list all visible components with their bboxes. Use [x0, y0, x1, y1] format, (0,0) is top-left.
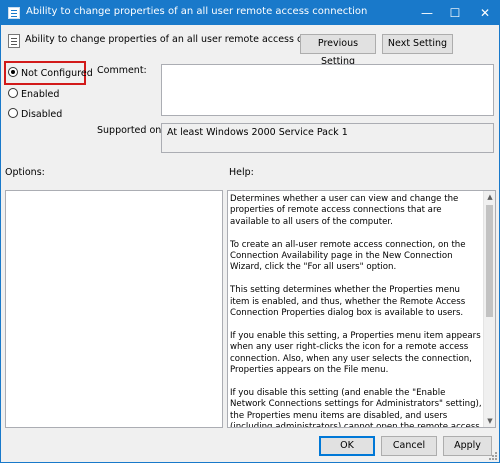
- comment-field[interactable]: [161, 64, 494, 116]
- cancel-button[interactable]: Cancel: [381, 436, 437, 456]
- scroll-thumb[interactable]: [486, 205, 493, 317]
- minimize-button[interactable]: —: [413, 1, 441, 25]
- help-label: Help:: [229, 167, 254, 178]
- policy-setting-icon: [8, 7, 20, 19]
- help-scrollbar[interactable]: ▲ ▼: [483, 191, 495, 427]
- previous-setting-button[interactable]: Previous Setting: [300, 34, 376, 67]
- options-panel: [5, 190, 223, 428]
- radio-enabled-label: Enabled: [21, 89, 60, 100]
- help-text: Determines whether a user can view and c…: [230, 194, 482, 428]
- help-panel: Determines whether a user can view and c…: [227, 190, 496, 428]
- close-button[interactable]: ✕: [471, 1, 499, 25]
- help-paragraph: If you disable this setting (and enable …: [230, 387, 482, 428]
- window-title: Ability to change properties of an all u…: [26, 6, 368, 17]
- radio-not-configured-label: Not Configured: [21, 68, 93, 79]
- radio-enabled[interactable]: Enabled: [8, 88, 59, 100]
- supported-on-value: At least Windows 2000 Service Pack 1: [161, 123, 494, 153]
- scroll-down-arrow-icon[interactable]: ▼: [484, 415, 495, 427]
- policy-setting-dialog: Ability to change properties of an all u…: [0, 0, 500, 463]
- help-paragraph: If you enable this setting, a Properties…: [230, 330, 481, 376]
- radio-not-configured[interactable]: Not Configured: [8, 67, 93, 79]
- resize-grip-icon[interactable]: [489, 452, 497, 460]
- help-paragraph: Determines whether a user can view and c…: [230, 194, 459, 227]
- next-setting-button[interactable]: Next Setting: [382, 34, 453, 54]
- options-label: Options:: [5, 167, 45, 178]
- title-bar[interactable]: Ability to change properties of an all u…: [1, 1, 499, 25]
- radio-unselected-icon: [8, 108, 18, 118]
- apply-button[interactable]: Apply: [443, 436, 492, 456]
- radio-selected-icon: [8, 67, 18, 77]
- help-paragraph: This setting determines whether the Prop…: [230, 285, 466, 319]
- ok-button[interactable]: OK: [319, 436, 375, 456]
- maximize-button[interactable]: ☐: [441, 1, 469, 25]
- radio-disabled-label: Disabled: [21, 109, 63, 120]
- supported-on-label: Supported on:: [97, 125, 165, 136]
- radio-disabled[interactable]: Disabled: [8, 108, 62, 120]
- help-paragraph: To create an all-user remote access conn…: [230, 239, 466, 273]
- radio-unselected-icon: [8, 88, 18, 98]
- comment-label: Comment:: [97, 65, 147, 76]
- setting-document-icon: [8, 34, 20, 48]
- scroll-up-arrow-icon[interactable]: ▲: [484, 191, 495, 203]
